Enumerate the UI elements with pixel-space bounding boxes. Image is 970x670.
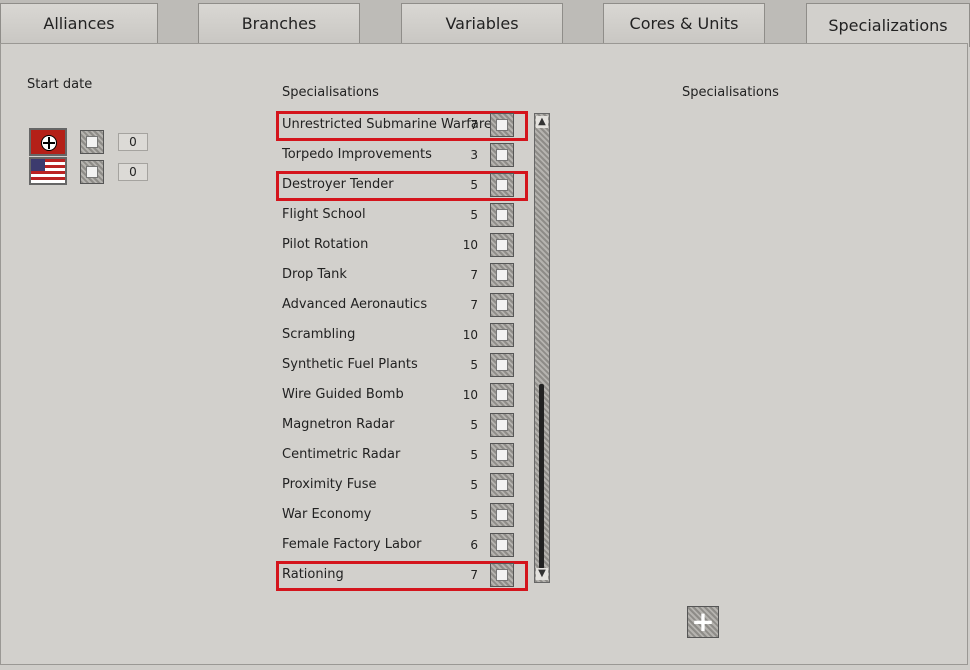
scroll-thumb[interactable] bbox=[539, 384, 544, 569]
usa-checkbox[interactable] bbox=[80, 160, 104, 184]
spec-item-cost: 3 bbox=[470, 148, 478, 162]
tab-specializations[interactable]: Specializations bbox=[806, 3, 970, 47]
spec-item-checkbox[interactable] bbox=[490, 503, 514, 527]
specialisations-list-title: Specialisations bbox=[282, 85, 379, 100]
spec-item-checkbox[interactable] bbox=[490, 353, 514, 377]
spec-item-cost: 7 bbox=[470, 118, 478, 132]
spec-item-checkbox[interactable] bbox=[490, 413, 514, 437]
spec-item-cost: 10 bbox=[462, 388, 478, 402]
add-specialisation-button[interactable]: + bbox=[687, 606, 719, 638]
spec-item-label: Rationing bbox=[282, 567, 344, 582]
plus-icon: + bbox=[691, 605, 715, 638]
spec-item-label: Flight School bbox=[282, 207, 366, 222]
spec-item-cost: 5 bbox=[470, 358, 478, 372]
spec-item-cost: 5 bbox=[470, 508, 478, 522]
spec-item-label: Centimetric Radar bbox=[282, 447, 401, 462]
spec-item-checkbox[interactable] bbox=[490, 533, 514, 557]
usa-value-field[interactable]: 0 bbox=[118, 163, 148, 181]
spec-item-label: Wire Guided Bomb bbox=[282, 387, 404, 402]
spec-item-cost: 5 bbox=[470, 418, 478, 432]
spec-item-checkbox[interactable] bbox=[490, 293, 514, 317]
spec-item-label: Magnetron Radar bbox=[282, 417, 395, 432]
spec-item-cost: 10 bbox=[462, 238, 478, 252]
spec-item-label: War Economy bbox=[282, 507, 372, 522]
spec-item-checkbox[interactable] bbox=[490, 383, 514, 407]
start-date-label: Start date bbox=[27, 77, 93, 92]
spec-item-cost: 5 bbox=[470, 448, 478, 462]
spec-item-checkbox[interactable] bbox=[490, 233, 514, 257]
spec-item-label: Synthetic Fuel Plants bbox=[282, 357, 418, 372]
spec-item-label: Advanced Aeronautics bbox=[282, 297, 428, 312]
selected-specialisations-title: Specialisations bbox=[682, 85, 779, 100]
tab-variables[interactable]: Variables bbox=[401, 3, 563, 43]
germany-checkbox[interactable] bbox=[80, 130, 104, 154]
spec-item-label: Torpedo Improvements bbox=[282, 147, 432, 162]
tab-branches[interactable]: Branches bbox=[198, 3, 360, 43]
spec-item-label: Destroyer Tender bbox=[282, 177, 394, 192]
spec-item-checkbox[interactable] bbox=[490, 173, 514, 197]
scroll-up-icon[interactable]: ▲ bbox=[536, 116, 548, 128]
spec-item-checkbox[interactable] bbox=[490, 443, 514, 467]
spec-item-label: Proximity Fuse bbox=[282, 477, 377, 492]
spec-item-checkbox[interactable] bbox=[490, 143, 514, 167]
spec-item-cost: 6 bbox=[470, 538, 478, 552]
spec-item-cost: 7 bbox=[470, 568, 478, 582]
spec-item-cost: 10 bbox=[462, 328, 478, 342]
germany-flag-icon[interactable] bbox=[29, 128, 67, 156]
spec-item-label: Female Factory Labor bbox=[282, 537, 422, 552]
spec-item-label: Scrambling bbox=[282, 327, 356, 342]
spec-item-cost: 5 bbox=[470, 178, 478, 192]
spec-item-cost: 5 bbox=[470, 478, 478, 492]
spec-item-checkbox[interactable] bbox=[490, 263, 514, 287]
usa-flag-icon[interactable] bbox=[29, 157, 67, 185]
spec-item-label: Pilot Rotation bbox=[282, 237, 369, 252]
specialisations-scrollbar[interactable]: ▲ ▼ bbox=[534, 113, 550, 583]
spec-item-checkbox[interactable] bbox=[490, 563, 514, 587]
tab-alliances[interactable]: Alliances bbox=[0, 3, 158, 43]
tab-bar: Alliances Branches Variables Cores & Uni… bbox=[0, 0, 970, 47]
spec-item-cost: 7 bbox=[470, 298, 478, 312]
spec-item-checkbox[interactable] bbox=[490, 113, 514, 137]
scroll-down-icon[interactable]: ▼ bbox=[536, 568, 548, 580]
tab-cores-units[interactable]: Cores & Units bbox=[603, 3, 765, 43]
spec-item-cost: 7 bbox=[470, 268, 478, 282]
spec-item-checkbox[interactable] bbox=[490, 473, 514, 497]
spec-item-checkbox[interactable] bbox=[490, 323, 514, 347]
germany-value-field[interactable]: 0 bbox=[118, 133, 148, 151]
spec-item-label: Drop Tank bbox=[282, 267, 347, 282]
spec-item-cost: 5 bbox=[470, 208, 478, 222]
spec-item-checkbox[interactable] bbox=[490, 203, 514, 227]
